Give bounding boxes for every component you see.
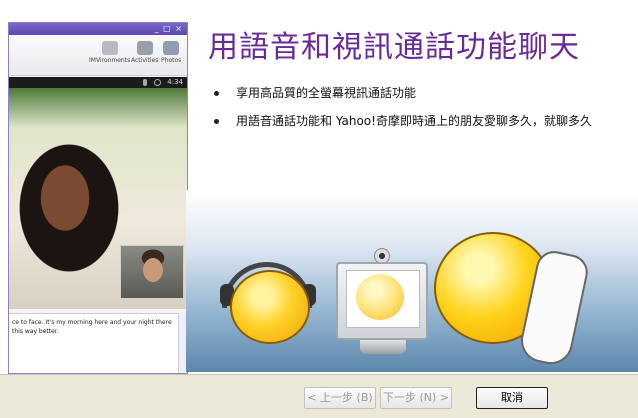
next-button[interactable]: 下一步 (N) > <box>380 387 452 409</box>
imvironments-label: IMVironments <box>89 57 131 64</box>
messenger-window-screenshot: _ □ × IMVironments Activities Photos 4:3… <box>8 22 188 374</box>
photos-label: Photos <box>161 57 182 64</box>
bullet-item: 用語音通話功能和 Yahoo!奇摩即時通上的朋友愛聊多久，就聊多久 <box>212 112 622 130</box>
wizard-footer: < 上一步 (B) 下一步 (N) > 取消 <box>0 374 638 418</box>
imvironments-button: IMVironments <box>89 41 130 64</box>
bullet-dot <box>214 91 219 96</box>
activities-label: Activities <box>131 57 159 64</box>
window-controls: _ □ × <box>154 24 183 33</box>
smiley-on-screen-icon <box>356 274 404 320</box>
photos-icon <box>163 41 180 55</box>
chat-transcript: ce to face. It's my morning here and you… <box>9 313 179 373</box>
call-timer: 4:34 <box>167 78 183 86</box>
bullet-dot <box>214 119 219 124</box>
video-call-panel: 4:34 <box>9 77 187 309</box>
cancel-button[interactable]: 取消 <box>476 387 548 409</box>
smiley-headset-icon <box>230 270 310 344</box>
bullet-item: 享用高品質的全螢幕視訊通話功能 <box>212 84 622 102</box>
messenger-toolbar: IMVironments Activities Photos <box>9 35 187 76</box>
imvironment-icon <box>101 41 118 55</box>
back-button[interactable]: < 上一步 (B) <box>304 387 376 409</box>
photos-button: Photos <box>161 41 181 64</box>
slide-headline: 用語音和視訊通話功能聊天 <box>208 30 580 65</box>
microphone-icon <box>143 79 147 86</box>
camera-icon <box>154 79 161 86</box>
bullet-text: 享用高品質的全螢幕視訊通話功能 <box>236 86 417 100</box>
activities-button: Activities <box>131 41 158 64</box>
monitor-stand <box>360 340 406 354</box>
self-view-video <box>120 245 184 299</box>
video-status-bar: 4:34 <box>9 77 187 88</box>
activities-icon <box>136 41 153 55</box>
bullet-text: 用語音通話功能和 Yahoo!奇摩即時通上的朋友愛聊多久，就聊多久 <box>236 114 592 128</box>
feature-bullets: 享用高品質的全螢幕視訊通話功能 用語音通話功能和 Yahoo!奇摩即時通上的朋友… <box>212 84 622 140</box>
messenger-titlebar: _ □ × <box>9 23 187 35</box>
